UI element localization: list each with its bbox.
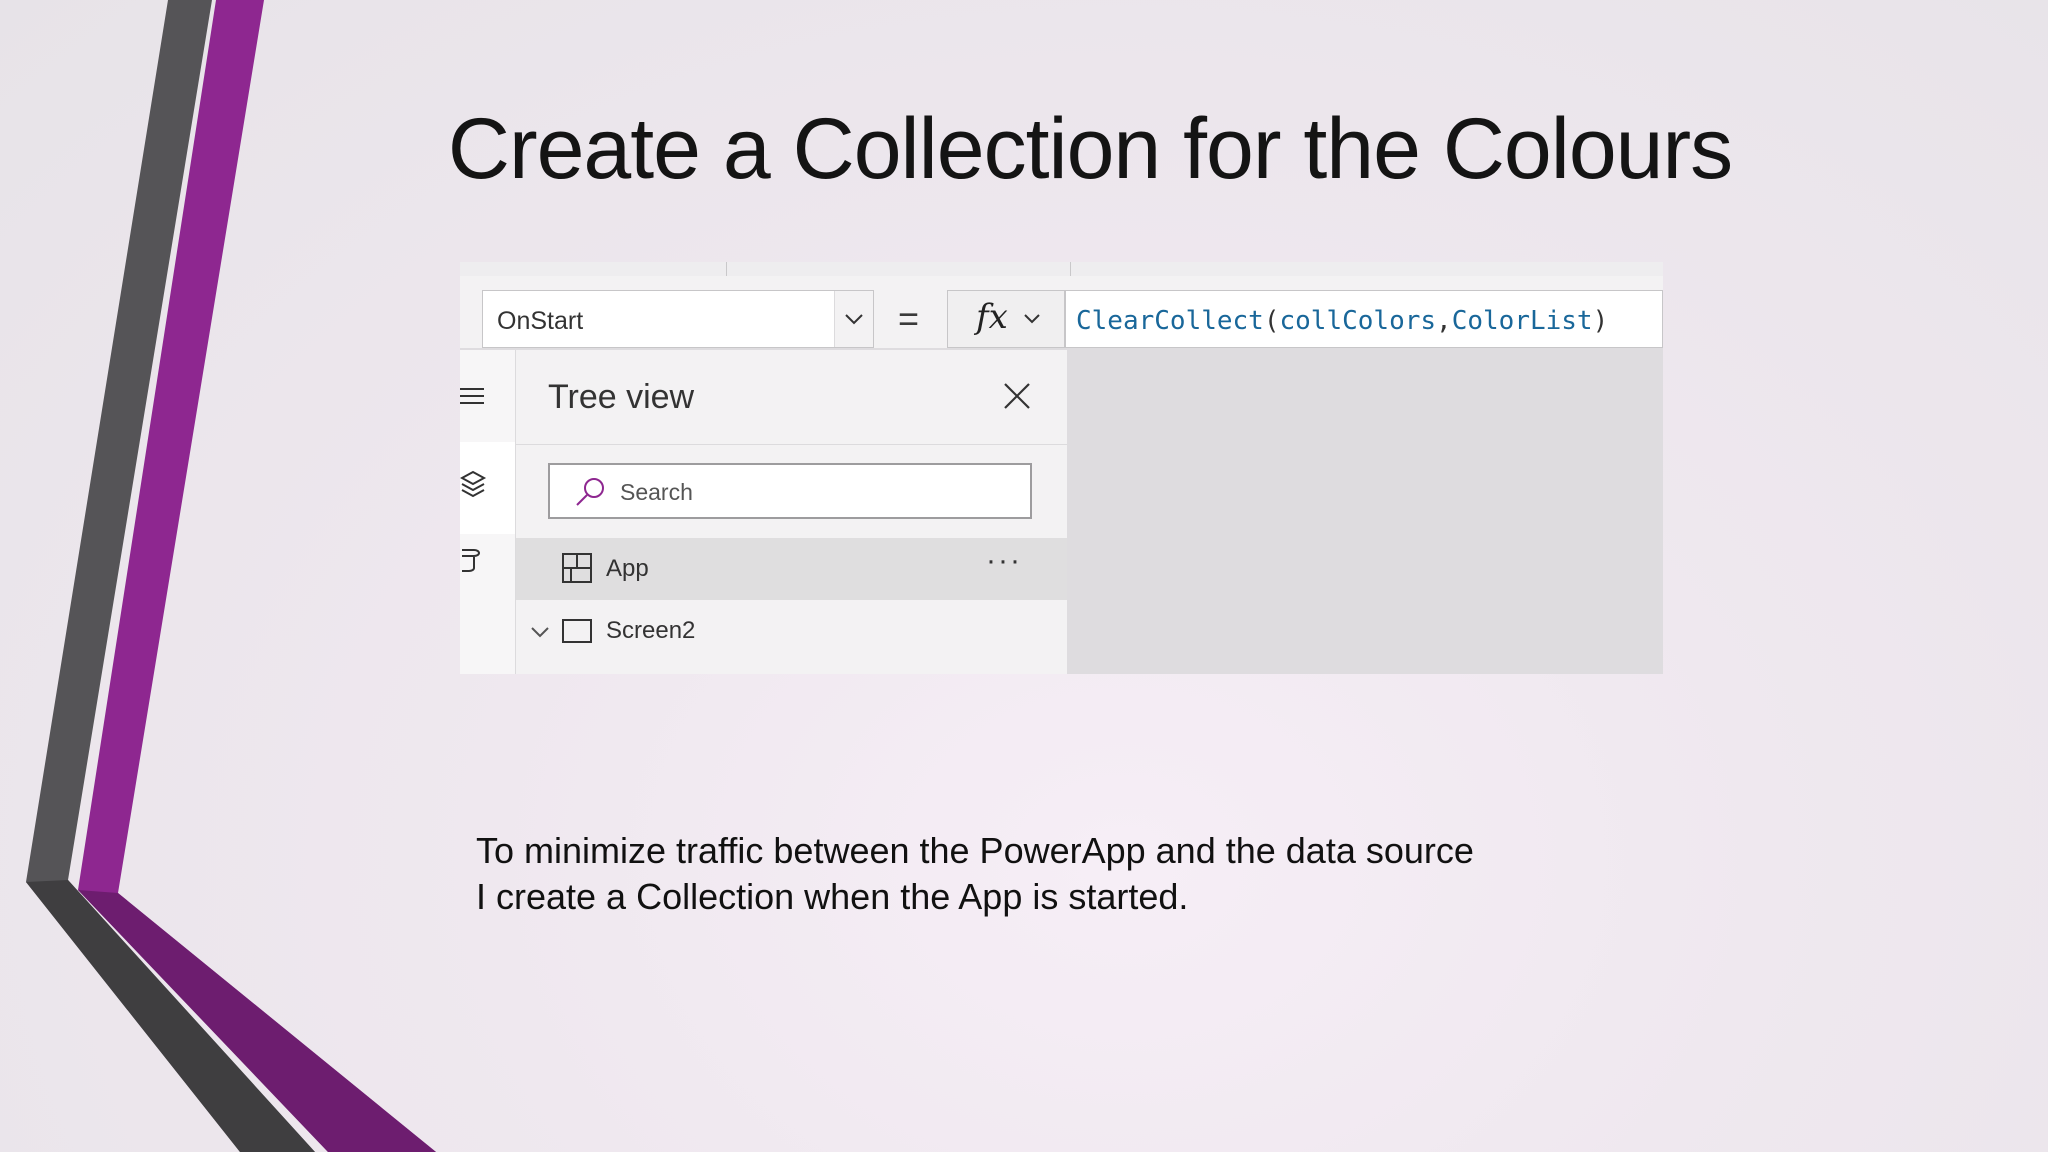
- tree-view-header: Tree view: [516, 350, 1068, 445]
- tree-search-input[interactable]: Search: [548, 463, 1032, 519]
- slide-title: Create a Collection for the Colours: [447, 101, 1733, 197]
- formula-paren-close: ): [1592, 306, 1609, 336]
- formula-function: ClearCollect: [1076, 306, 1264, 336]
- powerapps-screenshot: OnStart = fx ClearCollect(collColors,Col…: [460, 262, 1663, 674]
- search-icon: [576, 478, 604, 506]
- tree-item-label: Screen2: [606, 617, 696, 644]
- property-dropdown[interactable]: OnStart: [482, 290, 874, 348]
- top-strip: [460, 262, 1663, 277]
- screen-icon: [562, 619, 592, 643]
- tree-view-panel: Tree view Search App ··· Screen2: [515, 350, 1068, 674]
- divider: [1070, 262, 1071, 276]
- divider: [726, 262, 727, 276]
- more-options-icon[interactable]: ···: [986, 544, 1022, 578]
- body-line: To minimize traffic between the PowerApp…: [476, 830, 1474, 871]
- tree-item-screen2[interactable]: Screen2: [516, 600, 1068, 662]
- chevron-down-icon: [1024, 314, 1040, 324]
- layers-icon[interactable]: [460, 466, 500, 506]
- formula-comma: ,: [1436, 306, 1452, 336]
- slide-body: To minimize traffic between the PowerApp…: [476, 828, 1676, 920]
- fx-button[interactable]: fx: [947, 290, 1065, 348]
- app-grid-icon: [562, 553, 592, 583]
- search-placeholder: Search: [620, 479, 693, 505]
- close-icon[interactable]: [1001, 380, 1033, 412]
- formula-arg-collection: collColors: [1279, 306, 1437, 336]
- tree-item-label: App: [606, 555, 649, 582]
- formula-paren-open: (: [1263, 306, 1280, 336]
- body-line: I create a Collection when the App is st…: [476, 876, 1189, 917]
- left-rail: [460, 350, 515, 674]
- formula-arg-source: ColorList: [1451, 306, 1593, 336]
- formula-input[interactable]: ClearCollect(collColors,ColorList): [1065, 290, 1663, 348]
- fx-icon: fx: [976, 297, 1008, 337]
- chevron-down-icon[interactable]: [834, 291, 873, 347]
- canvas-area: [1067, 350, 1663, 674]
- formula-bar: OnStart = fx ClearCollect(collColors,Col…: [460, 276, 1663, 350]
- database-icon[interactable]: [460, 540, 500, 580]
- equals-sign: =: [898, 298, 920, 339]
- tree-view-title: Tree view: [548, 378, 695, 416]
- property-value: OnStart: [497, 307, 584, 335]
- tree-item-app[interactable]: App ···: [516, 538, 1068, 600]
- hamburger-icon[interactable]: [460, 376, 500, 416]
- chevron-down-icon[interactable]: [526, 618, 554, 646]
- formula-code: ClearCollect(collColors,ColorList): [1076, 306, 1608, 336]
